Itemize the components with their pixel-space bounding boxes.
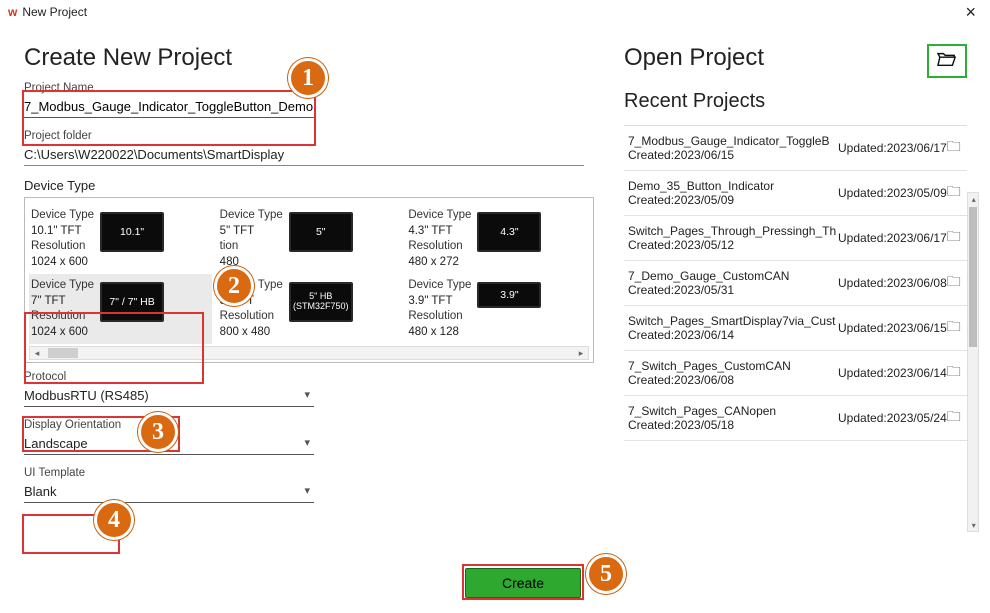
folder-icon[interactable]: 🗀: [947, 406, 961, 430]
device-thumb: 10.1": [100, 212, 164, 252]
recent-project-row[interactable]: Switch_Pages_Through_Pressingh_ThCreated…: [624, 216, 967, 261]
open-panel: Open Project Recent Projects 7_Modbus_Ga…: [624, 44, 967, 515]
window-title: New Project: [22, 5, 87, 19]
device-option[interactable]: Device Type 3.9" TFT Resolution 480 x 12…: [406, 274, 589, 344]
callout-5: 5: [586, 554, 626, 594]
open-heading: Open Project: [624, 44, 967, 72]
scroll-left-icon[interactable]: ◂: [30, 348, 44, 359]
device-option-selected[interactable]: Device Type 7" TFT Resolution 1024 x 600…: [29, 274, 212, 344]
device-thumb: 5": [289, 212, 353, 252]
device-thumb: 7" / 7" HB: [100, 282, 164, 322]
device-option[interactable]: Device Type 4.3" TFT Resolution 480 x 27…: [406, 204, 589, 274]
close-icon[interactable]: ×: [959, 5, 982, 19]
template-label: UI Template: [24, 467, 314, 479]
open-project-button[interactable]: [927, 44, 967, 78]
recent-project-row[interactable]: Switch_Pages_SmartDisplay7via_CustCreate…: [624, 306, 967, 351]
scroll-up-icon[interactable]: ▴: [968, 193, 980, 205]
project-folder-value[interactable]: C:\Users\W220022\Documents\SmartDisplay: [24, 144, 584, 166]
protocol-combo[interactable]: ModbusRTU (RS485): [24, 385, 314, 407]
folder-icon[interactable]: 🗀: [947, 226, 961, 250]
recent-project-row[interactable]: 7_Demo_Gauge_CustomCANCreated:2023/05/31…: [624, 261, 967, 306]
recent-project-row[interactable]: 7_Switch_Pages_CustomCANCreated:2023/06/…: [624, 351, 967, 396]
create-button[interactable]: Create: [465, 568, 581, 598]
recent-project-row[interactable]: 7_Switch_Pages_CANopenCreated:2023/05/18…: [624, 396, 967, 441]
recent-project-row[interactable]: Demo_35_Button_IndicatorCreated:2023/05/…: [624, 171, 967, 216]
callout-4: 4: [94, 500, 134, 540]
device-option[interactable]: Device Type 10.1" TFT Resolution 1024 x …: [29, 204, 212, 274]
device-thumb: 4.3": [477, 212, 541, 252]
folder-open-icon: [936, 50, 958, 73]
device-option[interactable]: Device Type 5" TFT tion 480 5": [218, 204, 401, 274]
titlebar: w New Project ×: [0, 0, 990, 24]
folder-icon[interactable]: 🗀: [947, 271, 961, 295]
callout-3: 3: [138, 412, 178, 452]
project-name-input[interactable]: [24, 96, 314, 118]
template-combo[interactable]: Blank: [24, 481, 314, 503]
recent-projects-list: 7_Modbus_Gauge_Indicator_ToggleB Created…: [624, 125, 967, 441]
device-type-label: Device Type: [24, 178, 594, 193]
folder-icon[interactable]: 🗀: [947, 181, 961, 205]
recent-heading: Recent Projects: [624, 90, 967, 113]
recent-project-row[interactable]: 7_Modbus_Gauge_Indicator_ToggleB Created…: [624, 126, 967, 171]
folder-icon[interactable]: 🗀: [947, 316, 961, 340]
device-type-grid: Device Type 10.1" TFT Resolution 1024 x …: [24, 197, 594, 363]
scroll-thumb[interactable]: [969, 207, 977, 347]
device-scrollbar[interactable]: ◂ ▸: [29, 346, 589, 360]
scroll-down-icon[interactable]: ▾: [968, 519, 980, 531]
folder-icon[interactable]: 🗀: [947, 361, 961, 385]
scroll-thumb[interactable]: [48, 348, 78, 358]
project-name-label: Project Name: [24, 82, 314, 94]
scroll-right-icon[interactable]: ▸: [574, 348, 588, 359]
create-panel: Create New Project Project Name Project …: [24, 44, 594, 515]
app-icon: w: [8, 5, 16, 19]
folder-icon[interactable]: 🗀: [947, 136, 961, 160]
device-thumb: 5" HB (STM32F750): [289, 282, 353, 322]
device-thumb: 3.9": [477, 282, 541, 308]
project-folder-label: Project folder: [24, 130, 584, 142]
callout-1: 1: [288, 58, 328, 98]
protocol-label: Protocol: [24, 371, 314, 383]
recent-scrollbar[interactable]: ▴ ▾: [967, 192, 979, 532]
callout-2: 2: [214, 266, 254, 306]
